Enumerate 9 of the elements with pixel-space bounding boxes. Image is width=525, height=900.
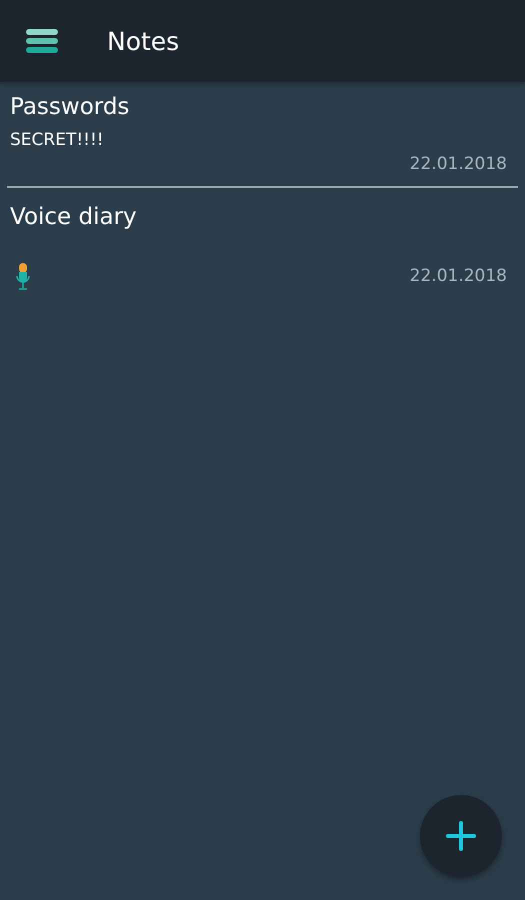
plus-icon xyxy=(445,820,477,852)
app-title: Notes xyxy=(107,26,180,56)
note-title[interactable]: Passwords xyxy=(10,92,130,122)
note-date: 22.01.2018 xyxy=(410,154,507,174)
note-date: 22.01.2018 xyxy=(410,266,507,286)
note-text: SECRET!!!! xyxy=(10,129,104,152)
microphone-icon xyxy=(16,262,30,290)
menu-icon[interactable] xyxy=(25,28,59,54)
note-title[interactable]: Voice diary xyxy=(10,202,137,232)
